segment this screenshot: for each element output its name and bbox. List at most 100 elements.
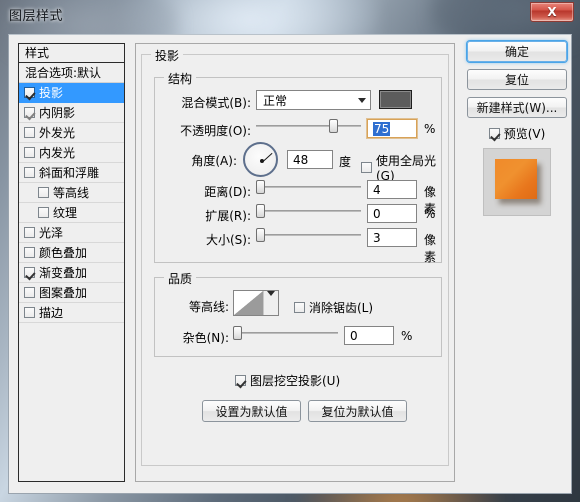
ok-button[interactable]: 确定: [467, 41, 567, 62]
use-global-light-checkbox[interactable]: 使用全局光(G): [361, 152, 441, 183]
close-button[interactable]: X: [530, 2, 574, 22]
angle-input[interactable]: 48: [287, 150, 333, 169]
sidebar-item-10[interactable]: 图案叠加: [19, 283, 124, 303]
checkbox-icon[interactable]: [24, 127, 35, 138]
spread-value: 0: [373, 206, 381, 221]
spread-unit: %: [424, 207, 436, 221]
title-bar[interactable]: 图层样式 X: [0, 0, 580, 32]
size-slider-track: [256, 234, 361, 236]
blend-mode-select[interactable]: 正常: [256, 90, 371, 110]
angle-label: 角度(A):: [191, 154, 237, 168]
sidebar-item-label: 纹理: [53, 205, 78, 220]
blend-mode-value: 正常: [263, 93, 288, 108]
distance-slider-track: [256, 186, 361, 188]
checkbox-icon[interactable]: [24, 107, 35, 118]
size-label: 大小(S):: [205, 233, 251, 247]
checkbox-icon: [294, 302, 305, 313]
shadow-color-swatch[interactable]: [379, 90, 412, 109]
distance-input[interactable]: 4: [367, 180, 417, 199]
sidebar-item-label: 光泽: [39, 225, 64, 240]
chevron-down-icon: [264, 291, 278, 315]
sidebar-item-6[interactable]: 纹理: [19, 203, 124, 223]
preview-checkbox[interactable]: 预览(V): [467, 125, 567, 142]
size-slider[interactable]: [256, 228, 361, 242]
sidebar-item-3[interactable]: 内发光: [19, 143, 124, 163]
checkbox-icon: [488, 128, 500, 139]
checkbox-icon[interactable]: [24, 147, 35, 158]
sidebar-item-8[interactable]: 颜色叠加: [19, 243, 124, 263]
opacity-slider-thumb[interactable]: [329, 119, 338, 133]
size-input[interactable]: 3: [367, 228, 417, 247]
checkbox-icon[interactable]: [24, 227, 35, 238]
sidebar-item-5[interactable]: 等高线: [19, 183, 124, 203]
reset-default-button[interactable]: 复位为默认值: [308, 400, 407, 422]
spread-slider-thumb[interactable]: [256, 204, 265, 218]
checkbox-icon[interactable]: [24, 267, 35, 278]
sidebar-item-label: 渐变叠加: [39, 265, 88, 280]
distance-slider[interactable]: [256, 180, 361, 194]
sidebar-item-label: 斜面和浮雕: [39, 165, 100, 180]
sidebar-item-blending-options[interactable]: 混合选项:默认: [19, 63, 124, 83]
sidebar-item-9[interactable]: 渐变叠加: [19, 263, 124, 283]
size-unit: 像素: [424, 233, 437, 264]
size-slider-thumb[interactable]: [256, 228, 265, 242]
opacity-slider[interactable]: [256, 119, 361, 133]
new-style-button[interactable]: 新建样式(W)...: [467, 97, 567, 118]
spread-input[interactable]: 0: [367, 204, 417, 223]
reset-button[interactable]: 复位: [467, 69, 567, 90]
distance-label: 距离(D):: [204, 185, 251, 199]
use-global-light-label: 使用全局光(G): [376, 154, 437, 183]
sidebar-item-label: 投影: [39, 85, 64, 100]
checkbox-icon[interactable]: [24, 87, 35, 98]
sidebar-item-11[interactable]: 描边: [19, 303, 124, 323]
sidebar-item-4[interactable]: 斜面和浮雕: [19, 163, 124, 183]
distance-value: 4: [373, 182, 381, 197]
checkbox-icon[interactable]: [24, 307, 35, 318]
sidebar-item-label: 内阴影: [39, 105, 76, 120]
checkbox-icon[interactable]: [38, 187, 49, 198]
noise-slider-thumb[interactable]: [233, 326, 242, 340]
sidebar-item-7[interactable]: 光泽: [19, 223, 124, 243]
sidebar-item-2[interactable]: 外发光: [19, 123, 124, 143]
spread-slider-track: [256, 210, 361, 212]
checkbox-icon[interactable]: [24, 287, 35, 298]
checkbox-icon: [361, 162, 372, 173]
checkbox-icon: [235, 375, 246, 386]
quality-group: 品质 等高线: 消除锯齿(L) 杂色(N): 0 %: [154, 270, 442, 357]
chevron-down-icon: [354, 98, 370, 103]
angle-unit: 度: [339, 155, 352, 169]
sidebar-effect-list: 投影内阴影外发光 内发光斜面和浮雕等高线纹理光泽颜色叠加渐变叠加图案叠加描边: [19, 83, 124, 323]
contour-preset-select[interactable]: [233, 290, 279, 316]
noise-label: 杂色(N):: [182, 331, 229, 345]
noise-unit: %: [401, 329, 413, 343]
noise-slider[interactable]: [233, 326, 338, 340]
sidebar-item-label: 描边: [39, 305, 64, 320]
effect-settings-panel: 投影 结构 混合模式(B): 正常 不透明度(O): 75 % 角度(A): 4…: [135, 43, 455, 482]
knockout-checkbox[interactable]: 图层挖空投影(U): [235, 372, 340, 389]
checkbox-icon[interactable]: [38, 207, 49, 218]
knockout-label: 图层挖空投影(U): [250, 374, 341, 388]
checkbox-icon[interactable]: [24, 247, 35, 258]
angle-dial-center: [260, 159, 264, 163]
drop-shadow-group-title: 投影: [151, 47, 184, 64]
preview-label: 预览(V): [503, 127, 546, 141]
spread-slider[interactable]: [256, 204, 361, 218]
opacity-value: 75: [373, 121, 391, 136]
opacity-input[interactable]: 75: [367, 119, 417, 138]
distance-slider-thumb[interactable]: [256, 180, 265, 194]
noise-input[interactable]: 0: [344, 326, 394, 345]
checkbox-icon[interactable]: [24, 167, 35, 178]
sidebar-item-1[interactable]: 内阴影: [19, 103, 124, 123]
window-title: 图层样式: [9, 9, 64, 24]
sidebar-item-0[interactable]: 投影: [19, 83, 124, 103]
blend-mode-label: 混合模式(B):: [181, 96, 251, 110]
sidebar-item-label: 等高线: [53, 185, 90, 200]
dialog-action-column: 确定 复位 新建样式(W)... 预览(V): [467, 41, 567, 216]
drop-shadow-group: 投影 结构 混合模式(B): 正常 不透明度(O): 75 % 角度(A): 4…: [141, 47, 449, 466]
antialias-checkbox[interactable]: 消除锯齿(L): [294, 299, 373, 316]
angle-dial[interactable]: [243, 142, 278, 177]
antialias-label: 消除锯齿(L): [309, 301, 374, 315]
set-default-button[interactable]: 设置为默认值: [202, 400, 301, 422]
styles-sidebar: 样式 混合选项:默认 投影 内阴影 外发光 内发光 斜面和浮雕 等高线 纹理 光泽 颜色叠加 渐变…: [18, 43, 125, 482]
noise-value: 0: [350, 328, 358, 343]
